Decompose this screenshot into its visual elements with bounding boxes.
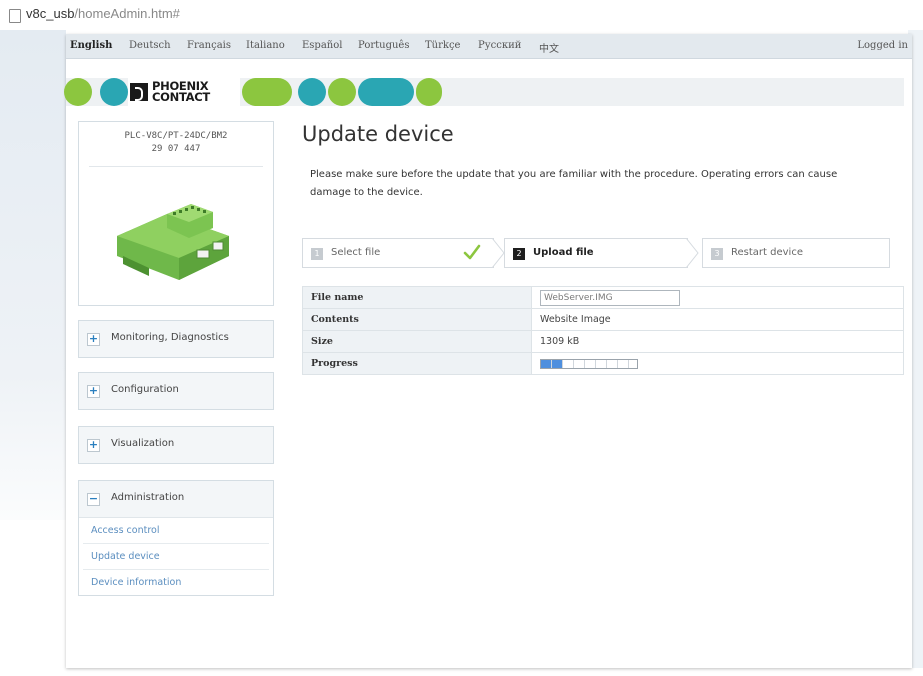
step-restart-device: 3 Restart device: [702, 238, 890, 268]
banner-circle: [416, 78, 442, 106]
phoenix-contact-logo: PHOENIX CONTACT: [128, 78, 240, 106]
menu-header[interactable]: + Visualization: [79, 427, 273, 463]
web-page: English Deutsch Français Italiano Españo…: [64, 34, 912, 668]
table-row: Contents Website Image: [302, 308, 904, 331]
device-panel: PLC-V8C/PT-24DC/BM2 29 07 447: [78, 121, 274, 306]
checkmark-icon: [463, 244, 481, 260]
lang-francais[interactable]: Français: [187, 40, 231, 51]
admin-submenu: Access control Update device Device info…: [79, 517, 273, 595]
update-steps: 1 Select file 2 Upload file 3 Restart de…: [302, 238, 890, 268]
lang-turkce[interactable]: Türkçe: [425, 40, 460, 51]
step-number: 2: [513, 248, 525, 260]
lang-russian[interactable]: Русский: [478, 40, 521, 51]
menu-configuration[interactable]: + Configuration: [78, 372, 274, 410]
table-row: Progress: [302, 352, 904, 375]
submenu-device-information[interactable]: Device information: [83, 570, 269, 595]
file-name-field[interactable]: WebServer.IMG: [540, 289, 680, 306]
divider: [89, 166, 263, 167]
step-label: Select file: [331, 247, 381, 258]
url-text[interactable]: v8c_usb/homeAdmin.htm#: [26, 6, 180, 21]
lang-espanol[interactable]: Español: [302, 40, 342, 51]
step-number: 3: [711, 248, 723, 260]
banner-circle: [100, 78, 128, 106]
progress-segments: [541, 359, 637, 368]
menu-monitoring[interactable]: + Monitoring, Diagnostics: [78, 320, 274, 358]
intro-text: Please make sure before the update that …: [310, 169, 838, 198]
menu-label[interactable]: Visualization: [111, 438, 174, 449]
submenu-update-device[interactable]: Update device: [83, 544, 269, 570]
step-arrow-icon: [686, 238, 699, 268]
expand-icon[interactable]: +: [87, 385, 100, 398]
logo-mark-icon: [130, 83, 148, 101]
step-label: Upload file: [533, 247, 594, 258]
menu-header[interactable]: + Monitoring, Diagnostics: [79, 321, 273, 357]
menu-label[interactable]: Monitoring, Diagnostics: [111, 332, 229, 343]
banner-circle: [328, 78, 356, 106]
lang-english[interactable]: English: [70, 40, 112, 51]
contents-value: Website Image: [531, 308, 904, 331]
banner-circle: [298, 78, 326, 106]
collapse-icon[interactable]: −: [87, 493, 100, 506]
device-model: PLC-V8C/PT-24DC/BM2 29 07 447: [124, 131, 228, 154]
upload-info-table: File name WebServer.IMG Contents Website…: [302, 286, 904, 375]
logo-text: PHOENIX CONTACT: [152, 79, 210, 104]
size-label: Size: [302, 330, 532, 353]
progress-cell: [531, 352, 904, 375]
expand-icon[interactable]: +: [87, 333, 100, 346]
lang-chinese[interactable]: 中文: [539, 40, 559, 55]
lang-italiano[interactable]: Italiano: [246, 40, 285, 51]
menu-header[interactable]: + Configuration: [79, 373, 273, 409]
banner-circle: [64, 78, 92, 106]
menu-label[interactable]: Configuration: [111, 384, 179, 395]
step-select-file: 1 Select file: [302, 238, 494, 268]
expand-icon[interactable]: +: [87, 439, 100, 452]
banner-pill: [242, 78, 292, 106]
progress-label: Progress: [302, 352, 532, 375]
submenu-access-control[interactable]: Access control: [83, 518, 269, 544]
menu-label[interactable]: Administration: [111, 492, 184, 503]
device-image: [117, 204, 229, 280]
table-row: File name WebServer.IMG: [302, 286, 904, 309]
page-icon: [9, 9, 21, 23]
language-bar: English Deutsch Français Italiano Españo…: [66, 34, 912, 59]
step-number: 1: [311, 248, 323, 260]
banner-pill: [358, 78, 414, 106]
menu-header[interactable]: − Administration: [79, 481, 273, 517]
step-label: Restart device: [731, 247, 803, 258]
size-value: 1309 kB: [531, 330, 904, 353]
browser-background-left: [0, 30, 66, 520]
menu-administration[interactable]: − Administration Access control Update d…: [78, 480, 274, 596]
table-row: Size 1309 kB: [302, 330, 904, 353]
upload-progress-bar: [540, 358, 638, 369]
file-name-label: File name: [302, 286, 532, 309]
lang-deutsch[interactable]: Deutsch: [129, 40, 171, 51]
menu-visualization[interactable]: + Visualization: [78, 426, 274, 464]
contents-label: Contents: [302, 308, 532, 331]
lang-portugues[interactable]: Português: [358, 40, 409, 51]
step-upload-file: 2 Upload file: [504, 238, 688, 268]
page-title: Update device: [302, 122, 454, 146]
file-name-cell: WebServer.IMG: [531, 286, 904, 309]
browser-address-bar[interactable]: v8c_usb/homeAdmin.htm#: [0, 0, 923, 30]
login-status[interactable]: Logged in: [857, 40, 908, 51]
